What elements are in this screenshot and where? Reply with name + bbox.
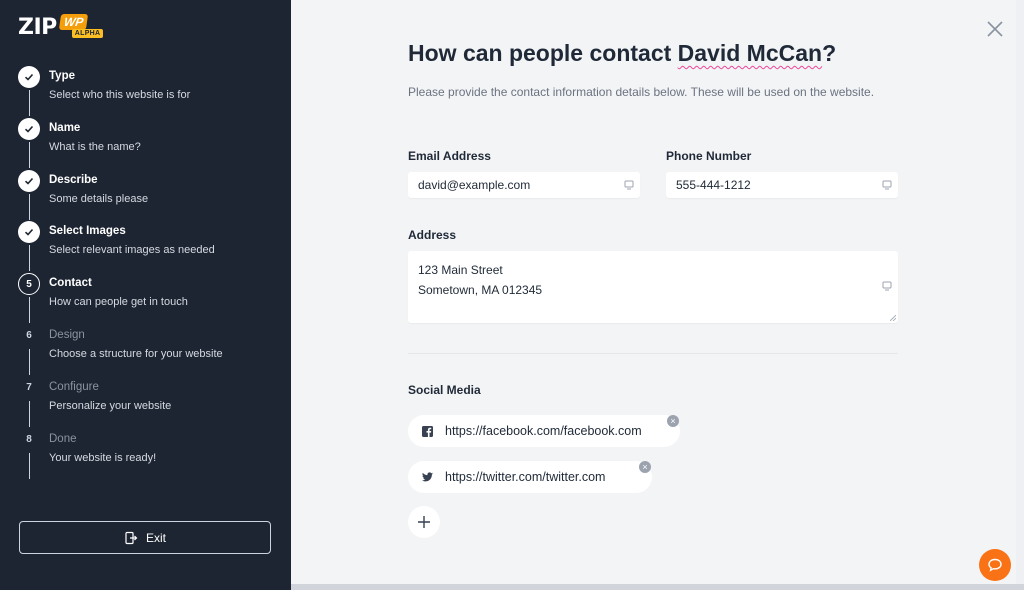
- autofill-icon: [882, 281, 892, 291]
- title-prefix: How can people contact: [408, 40, 678, 66]
- step-number: 8: [26, 434, 32, 446]
- check-icon: [18, 66, 40, 88]
- sidebar: ZIP WP ALPHA Type Select who this websit…: [0, 0, 291, 590]
- step-configure: 7 Configure Personalize your website: [18, 377, 278, 429]
- main-panel: How can people contact David McCan? Plea…: [291, 0, 1024, 590]
- zipwp-logo: ZIP WP ALPHA: [18, 12, 104, 42]
- step-describe[interactable]: Describe Some details please: [18, 169, 278, 222]
- step-design: 6 Design Choose a structure for your web…: [18, 325, 278, 377]
- step-subtitle: Some details please: [49, 192, 149, 205]
- add-social-button[interactable]: [408, 506, 440, 538]
- section-divider: [408, 353, 898, 354]
- step-name[interactable]: Name What is the name?: [18, 117, 278, 170]
- bottom-edge: [291, 584, 1024, 590]
- step-connector: [28, 245, 30, 272]
- step-subtitle: Select who this website is for: [49, 89, 191, 101]
- page-description: Please provide the contact information d…: [408, 85, 875, 99]
- exit-button[interactable]: Exit: [19, 521, 271, 554]
- remove-facebook-icon[interactable]: ×: [667, 415, 679, 427]
- page-title: How can people contact David McCan?: [408, 40, 836, 67]
- chat-support-button[interactable]: [979, 549, 1011, 581]
- social-url: https://twitter.com/twitter.com: [445, 470, 606, 484]
- step-subtitle: Personalize your website: [49, 399, 172, 412]
- twitter-icon: [422, 472, 433, 483]
- step-connector: [28, 193, 30, 220]
- facebook-icon: [422, 425, 433, 437]
- logo-badge-text: WP: [58, 14, 89, 30]
- title-suffix: ?: [822, 40, 837, 66]
- social-media-label: Social Media: [408, 383, 481, 397]
- step-subtitle: What is the name?: [49, 140, 141, 153]
- step-connector: [28, 90, 30, 116]
- step-title: Name: [49, 121, 81, 134]
- step-contact[interactable]: 5 Contact How can people get in touch: [18, 273, 278, 325]
- close-icon[interactable]: [986, 20, 1004, 38]
- phone-label: Phone Number: [666, 149, 752, 163]
- address-field[interactable]: 123 Main Street Sometown, MA 012345: [408, 251, 898, 323]
- step-subtitle: How can people get in touch: [49, 296, 188, 309]
- check-icon: [18, 221, 40, 244]
- step-connector: [28, 400, 30, 427]
- logo-text: ZIP: [18, 14, 57, 40]
- address-line-2: Sometown, MA 012345: [418, 283, 543, 297]
- step-title: Describe: [49, 173, 98, 186]
- phone-value: 555-444-1212: [676, 178, 751, 192]
- step-done: 8 Done Your website is ready!: [18, 429, 278, 481]
- social-link-twitter[interactable]: https://twitter.com/twitter.com: [408, 461, 652, 493]
- steps-list: Type Select who this website is for Name…: [18, 66, 278, 480]
- step-connector: [28, 452, 30, 479]
- step-subtitle: Your website is ready!: [49, 451, 157, 464]
- step-subtitle: Select relevant images as needed: [49, 244, 215, 257]
- autofill-icon: [882, 180, 892, 190]
- exit-icon: [125, 531, 138, 544]
- step-connector: [28, 348, 30, 375]
- scrollbar[interactable]: [1016, 0, 1024, 584]
- step-subtitle: Choose a structure for your website: [49, 347, 223, 360]
- step-select-images[interactable]: Select Images Select relevant images as …: [18, 221, 278, 273]
- step-title: Type: [49, 70, 75, 82]
- email-value: david@example.com: [418, 178, 531, 192]
- step-title: Done: [49, 432, 77, 445]
- plus-icon: [418, 516, 430, 528]
- step-title: Design: [49, 328, 85, 341]
- exit-label: Exit: [145, 530, 166, 545]
- social-url: https://facebook.com/facebook.com: [445, 424, 642, 438]
- autofill-icon: [624, 180, 634, 190]
- step-connector: [28, 141, 30, 168]
- logo-badge: WP ALPHA: [58, 12, 104, 42]
- step-title: Select Images: [49, 225, 126, 238]
- social-link-facebook[interactable]: https://facebook.com/facebook.com: [408, 415, 680, 447]
- chat-icon: [988, 558, 1002, 572]
- check-icon: [18, 117, 40, 140]
- step-number: 6: [26, 330, 32, 342]
- address-label: Address: [408, 228, 457, 242]
- step-number: 5: [18, 273, 40, 296]
- email-field[interactable]: david@example.com: [408, 172, 640, 198]
- step-title: Configure: [49, 380, 99, 393]
- step-title: Contact: [49, 277, 92, 290]
- resize-handle-icon[interactable]: [890, 315, 896, 321]
- title-name: David McCan: [677, 40, 823, 66]
- phone-field[interactable]: 555-444-1212: [666, 172, 898, 198]
- step-connector: [28, 297, 30, 324]
- address-line-1: 123 Main Street: [418, 263, 503, 277]
- remove-twitter-icon[interactable]: ×: [639, 461, 651, 473]
- step-number: 7: [26, 382, 32, 394]
- email-label: Email Address: [408, 149, 491, 163]
- step-type[interactable]: Type Select who this website is for: [18, 66, 278, 118]
- alpha-badge: ALPHA: [71, 29, 104, 38]
- check-icon: [18, 169, 40, 192]
